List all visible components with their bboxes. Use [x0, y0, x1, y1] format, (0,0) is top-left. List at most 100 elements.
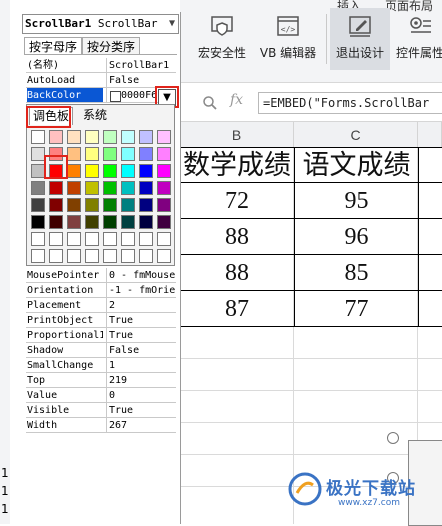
color-swatch[interactable]: [139, 147, 153, 161]
color-swatch[interactable]: [157, 215, 171, 229]
color-swatch[interactable]: [85, 181, 99, 195]
color-swatch[interactable]: [139, 232, 153, 246]
color-swatch[interactable]: [121, 249, 135, 263]
color-swatch[interactable]: [157, 249, 171, 263]
color-swatch[interactable]: [67, 147, 81, 161]
property-row-placement[interactable]: Placement 2: [26, 298, 176, 313]
color-swatch[interactable]: [139, 249, 153, 263]
color-swatch[interactable]: [85, 130, 99, 144]
table-cell[interactable]: 87: [180, 292, 294, 326]
color-swatch[interactable]: [121, 198, 135, 212]
color-swatch[interactable]: [139, 164, 153, 178]
property-row-printobject[interactable]: PrintObject True: [26, 313, 176, 328]
table-cell[interactable]: 95: [295, 184, 418, 218]
property-row-orientation[interactable]: Orientation -1 - fmOrien: [26, 283, 176, 298]
color-swatch[interactable]: [31, 198, 45, 212]
color-swatch[interactable]: [85, 198, 99, 212]
property-row-width[interactable]: Width 267: [26, 418, 176, 433]
color-swatch[interactable]: [67, 198, 81, 212]
fx-icon[interactable]: fx: [230, 92, 243, 108]
color-swatch[interactable]: [85, 215, 99, 229]
color-swatch[interactable]: [67, 130, 81, 144]
object-selector[interactable]: ScrollBar1 ScrollBar ▼: [22, 14, 179, 34]
color-swatch[interactable]: [31, 164, 45, 178]
control-properties-button[interactable]: 控件属性: [392, 8, 442, 70]
formula-input[interactable]: =EMBED("Forms.ScrollBar: [258, 92, 442, 114]
column-header-c[interactable]: C: [294, 122, 418, 148]
color-swatch[interactable]: [67, 232, 81, 246]
color-swatch[interactable]: [103, 130, 117, 144]
color-swatch[interactable]: [103, 164, 117, 178]
color-swatch[interactable]: [67, 215, 81, 229]
property-row-top[interactable]: Top 219: [26, 373, 176, 388]
color-swatch[interactable]: [31, 181, 45, 195]
color-swatch[interactable]: [85, 232, 99, 246]
header-cell-chinese[interactable]: 语文成绩: [295, 148, 418, 182]
table-cell[interactable]: 72: [180, 184, 294, 218]
color-swatch[interactable]: [139, 215, 153, 229]
color-swatch[interactable]: [31, 232, 45, 246]
color-swatch[interactable]: [121, 164, 135, 178]
table-cell[interactable]: 88: [180, 220, 294, 254]
color-swatch[interactable]: [121, 232, 135, 246]
table-cell[interactable]: 77: [295, 292, 418, 326]
color-swatch[interactable]: [121, 147, 135, 161]
color-swatch[interactable]: [103, 147, 117, 161]
color-swatch[interactable]: [31, 249, 45, 263]
color-swatch[interactable]: [103, 198, 117, 212]
property-row-backcolor[interactable]: BackColor 0000F6: [26, 88, 176, 103]
color-swatch[interactable]: [103, 215, 117, 229]
table-cell[interactable]: 88: [180, 256, 294, 290]
color-swatch[interactable]: [49, 130, 63, 144]
property-row-shadow[interactable]: Shadow False: [26, 343, 176, 358]
color-swatch[interactable]: [67, 249, 81, 263]
color-swatch[interactable]: [157, 147, 171, 161]
color-swatch[interactable]: [139, 130, 153, 144]
tab-system[interactable]: 系统: [75, 107, 115, 124]
color-swatch[interactable]: [31, 147, 45, 161]
column-header-b[interactable]: B: [180, 122, 294, 148]
vb-editor-button[interactable]: </> VB 编辑器: [256, 8, 320, 70]
color-swatch[interactable]: [103, 181, 117, 195]
color-swatch[interactable]: [49, 232, 63, 246]
color-swatch[interactable]: [139, 181, 153, 195]
color-swatch[interactable]: [49, 198, 63, 212]
tab-categorized[interactable]: 按分类序: [82, 37, 140, 55]
color-swatch[interactable]: [49, 215, 63, 229]
table-cell[interactable]: 96: [295, 220, 418, 254]
tab-alphabetic[interactable]: 按字母序: [24, 37, 82, 55]
table-cell[interactable]: 85: [295, 256, 418, 290]
color-swatch[interactable]: [121, 130, 135, 144]
property-row-value[interactable]: Value 0: [26, 388, 176, 403]
property-row-smallchange[interactable]: SmallChange 1: [26, 358, 176, 373]
color-swatch[interactable]: [103, 232, 117, 246]
property-row-mousepointer[interactable]: MousePointer 0 - fmMouseP: [26, 268, 176, 283]
macro-security-button[interactable]: 宏安全性: [194, 8, 250, 70]
color-swatch[interactable]: [85, 249, 99, 263]
color-swatch[interactable]: [157, 181, 171, 195]
color-swatch[interactable]: [67, 164, 81, 178]
color-swatch[interactable]: [85, 147, 99, 161]
color-swatch[interactable]: [121, 181, 135, 195]
color-swatch[interactable]: [103, 249, 117, 263]
color-swatch[interactable]: [31, 130, 45, 144]
color-swatch[interactable]: [31, 215, 45, 229]
resize-handle[interactable]: [387, 432, 399, 444]
color-swatch[interactable]: [121, 215, 135, 229]
property-row-visible[interactable]: Visible True: [26, 403, 176, 418]
color-swatch[interactable]: [67, 181, 81, 195]
property-row-name[interactable]: (名称) ScrollBar1: [26, 58, 176, 73]
color-swatch[interactable]: [157, 130, 171, 144]
color-swatch[interactable]: [49, 249, 63, 263]
property-row-proportional[interactable]: Proportional1 True: [26, 328, 176, 343]
property-row-autoload[interactable]: AutoLoad False: [26, 73, 176, 88]
color-swatch[interactable]: [157, 164, 171, 178]
zoom-icon[interactable]: [202, 95, 218, 111]
exit-design-button[interactable]: 退出设计: [330, 8, 390, 70]
color-swatch[interactable]: [157, 198, 171, 212]
color-swatch[interactable]: [49, 181, 63, 195]
color-swatch[interactable]: [85, 164, 99, 178]
header-cell-math[interactable]: 数学成绩: [180, 148, 294, 182]
color-swatch[interactable]: [157, 232, 171, 246]
color-swatch[interactable]: [139, 198, 153, 212]
